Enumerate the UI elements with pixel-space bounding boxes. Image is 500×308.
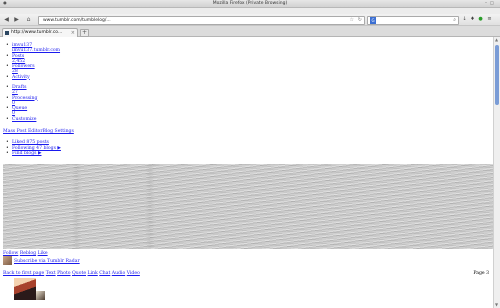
post-type-link[interactable]: Link [88,271,98,276]
blog-settings-link[interactable]: Blog Settings [43,129,74,134]
stat-queue: Queue0 [3,106,60,117]
minimize-icon[interactable]: – [484,1,488,5]
reblog-avatar[interactable] [36,291,45,300]
stat-blog: imvu137imvu137.tumblr.com [3,43,60,54]
addon-icon[interactable]: ♦ [470,17,475,22]
tab-label: http://www.tumblr.co... [11,30,63,35]
post-avatar[interactable] [14,278,36,300]
search-bar[interactable]: G ⌕ [367,16,459,25]
stat-label[interactable]: Posts [12,54,24,59]
post-type-quote[interactable]: Quote [72,271,86,276]
subscribe-link[interactable]: Subscribe via Tumblr Radar [14,259,80,264]
tab-active[interactable]: http://www.tumblr.co... × [2,28,78,37]
maximize-icon[interactable]: □ [490,1,494,5]
reload-icon[interactable]: ↻ [358,17,362,24]
list-item: Find blogs ▶ [3,151,61,157]
post-type-chat[interactable]: Chat [99,271,110,276]
forward-icon[interactable]: ▶ [13,16,20,23]
stat-posts: Posts2,452 [3,54,60,65]
back-to-first-page-link[interactable]: Back to first page [3,271,44,276]
scroll-down-icon[interactable]: ▼ [495,303,498,307]
social-links-list: Liked 875 posts Following 47 blogs ▶ Fin… [3,140,61,157]
window-titlebar: ● Mozilla Firefox (Private Browsing) – □ [0,0,500,8]
page-content: imvu137imvu137.tumblr.com Posts2,452 Fol… [0,37,493,308]
stat-label[interactable]: Processing [12,96,37,101]
stat-label[interactable]: Activity [12,75,30,80]
window-title: Mozilla Firefox (Private Browsing) [212,1,288,6]
new-tab-button[interactable]: + [80,29,89,37]
liked-posts-link[interactable]: Liked 875 posts [12,140,49,145]
avatar[interactable] [3,256,12,265]
menu-icon[interactable]: ≡ [487,17,492,22]
tab-strip: http://www.tumblr.co... × + [0,26,500,37]
post-type-text[interactable]: Text [46,271,56,276]
post-type-bar: Back to first page Text Photo Quote Link… [3,271,140,276]
stat-processing: Processing0 [3,96,60,107]
post-type-photo[interactable]: Photo [57,271,70,276]
navigation-toolbar: ◀ ▶ ⌂ www.tumblr.com/tumblelog/... ☆ ↻ G… [0,14,500,26]
reblog-link[interactable]: Reblog [20,251,36,256]
header-banner-image [3,164,493,249]
stat-activity: Activity [3,75,60,86]
download-icon[interactable]: ↓ [462,17,467,22]
scrollbar-thumb[interactable] [495,45,499,105]
manage-links: Mass Post EditorBlog Settings [3,129,74,134]
stat-followers: Followers28 [3,64,60,75]
search-icon[interactable]: ⌕ [453,17,456,24]
find-blogs-link[interactable]: Find blogs ▶ [12,151,41,156]
tumblr-favicon-icon [5,31,9,35]
address-text[interactable]: www.tumblr.com/tumblelog/... [43,17,111,24]
extension-icon[interactable]: ● [478,17,483,22]
like-link[interactable]: Like [38,251,48,256]
bookmark-star-icon[interactable]: ☆ [350,17,354,24]
post-type-video[interactable]: Video [127,271,140,276]
page-number: Page 3 [473,271,489,276]
address-bar[interactable]: www.tumblr.com/tumblelog/... ☆ ↻ [38,16,365,25]
mass-post-editor-link[interactable]: Mass Post Editor [3,129,43,134]
following-link[interactable]: Following 47 blogs ▶ [12,146,61,151]
stat-customize: Customize [3,117,60,128]
scroll-up-icon[interactable]: ▲ [495,38,498,42]
home-icon[interactable]: ⌂ [25,16,32,23]
tab-close-icon[interactable]: × [71,29,75,37]
back-icon[interactable]: ◀ [3,16,10,23]
dashboard-stats-list: imvu137imvu137.tumblr.com Posts2,452 Fol… [3,43,60,127]
stat-drafts: Drafts27 [3,85,60,96]
post-type-audio[interactable]: Audio [112,271,125,276]
stat-label[interactable]: Customize [12,117,36,122]
vertical-scrollbar[interactable]: ▲ ▼ [493,37,500,308]
search-engine-icon[interactable]: G [370,17,376,24]
